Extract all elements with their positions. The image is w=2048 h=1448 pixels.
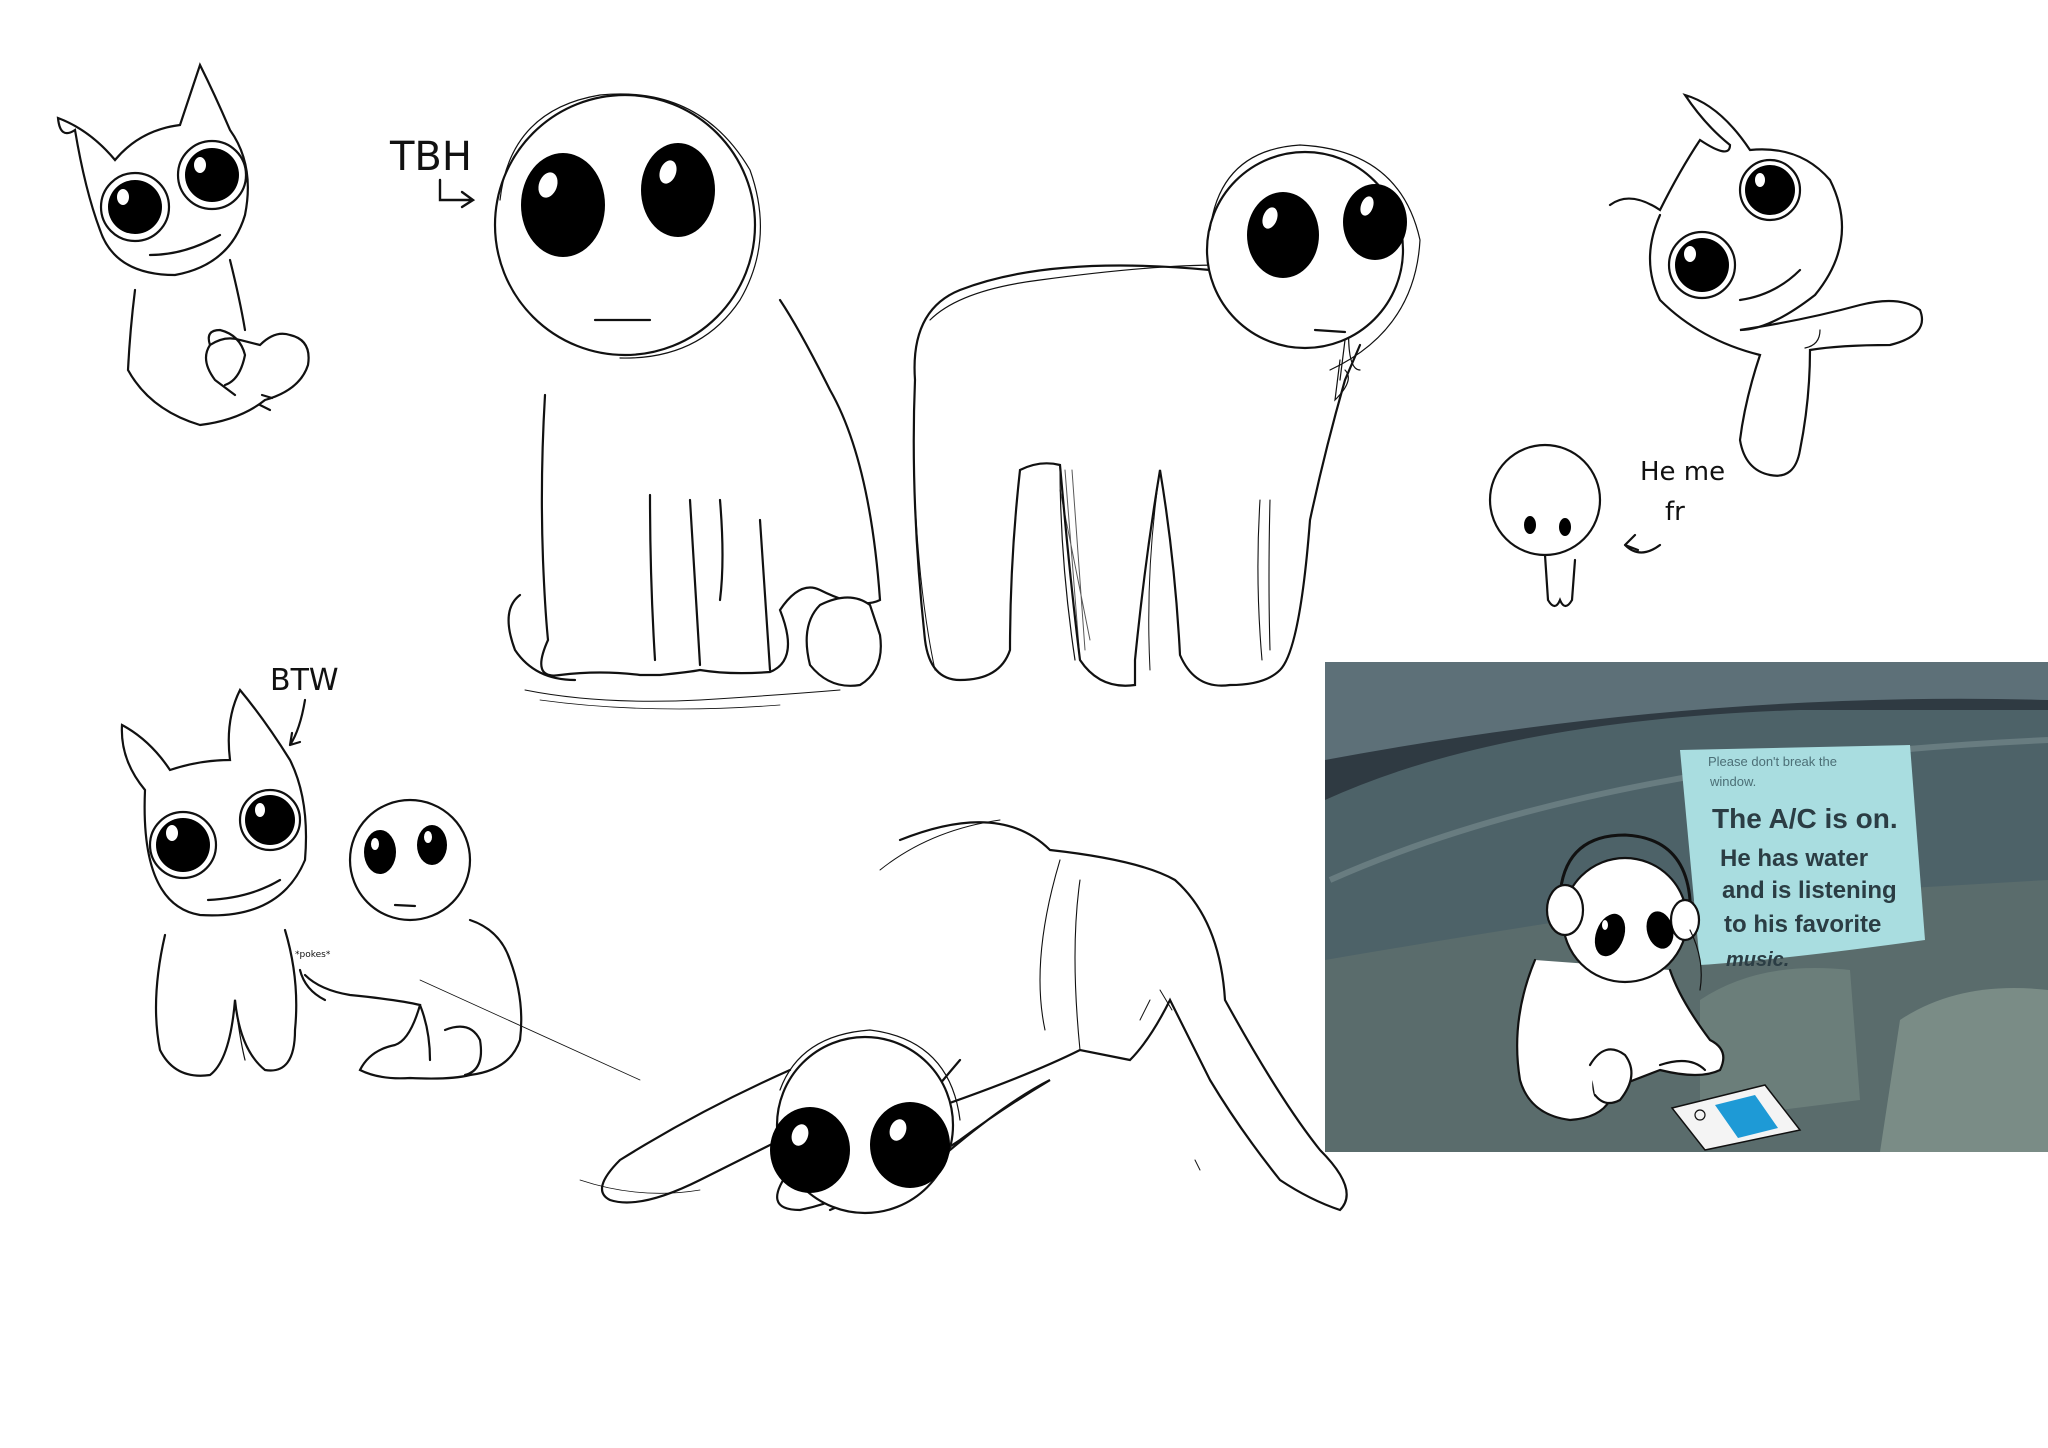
tbh-creature-pair-right xyxy=(298,798,641,1081)
fr-label: fr xyxy=(1665,497,1685,527)
tbh-label: TBH xyxy=(389,134,472,180)
btw-label: BTW xyxy=(270,663,339,698)
cat-creature-waving xyxy=(1608,93,1923,477)
he-me-fr-annotation: He me fr xyxy=(1623,457,1725,554)
sign-line-3: The A/C is on. xyxy=(1712,803,1898,834)
sign-line-1: Please don't break the xyxy=(1708,754,1837,769)
creature-stretching xyxy=(579,819,1348,1215)
sign-line-6: to his favorite xyxy=(1724,911,1881,938)
tbh-annotation: TBH xyxy=(389,134,476,209)
pokes-label: *pokes* xyxy=(295,950,331,960)
window-sign: Please don't break the window. The A/C i… xyxy=(1680,745,1925,971)
cat-creature-pair-left xyxy=(120,688,308,1077)
sign-line-2: window. xyxy=(1709,774,1756,789)
he-me-label: He me xyxy=(1640,457,1725,487)
creature-standing xyxy=(912,144,1421,687)
car-window-photo: Please don't break the window. The A/C i… xyxy=(1325,662,2048,1152)
tbh-creature-sitting xyxy=(493,93,882,710)
sign-line-4: He has water xyxy=(1720,845,1868,872)
sketch-canvas: TBH He me fr BTW *pokes* Please don't br… xyxy=(56,62,2048,1215)
cat-creature-sitting xyxy=(56,62,310,427)
tiny-head-creature xyxy=(1488,443,1602,608)
sign-line-5: and is listening xyxy=(1722,877,1897,904)
sign-line-7: music. xyxy=(1726,949,1789,971)
